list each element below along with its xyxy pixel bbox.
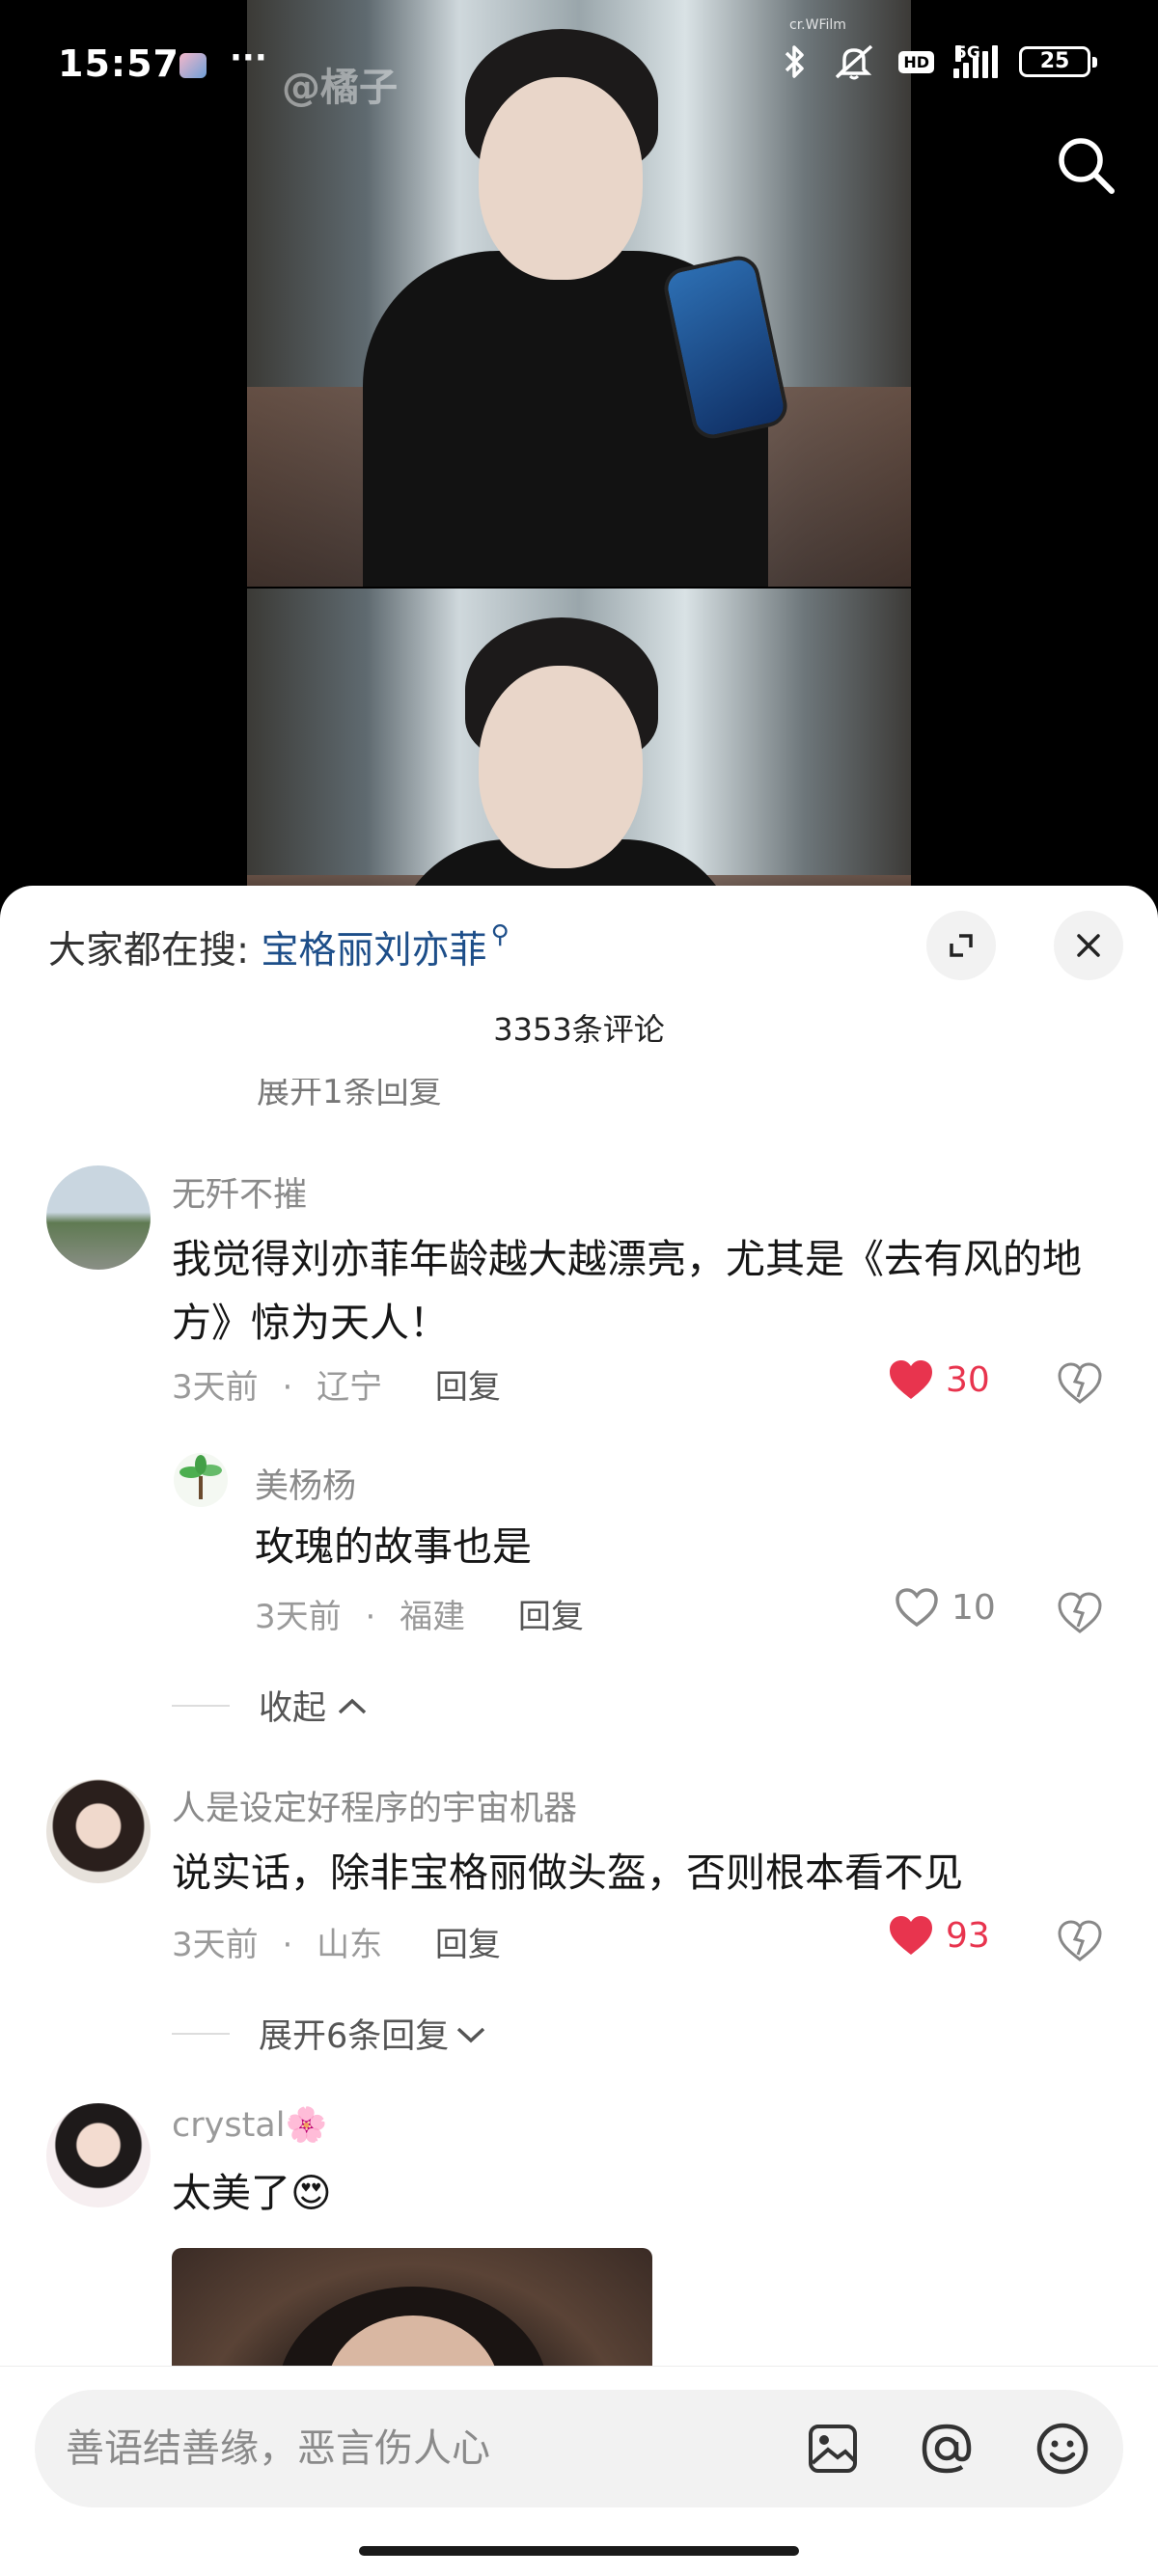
mute-icon bbox=[836, 44, 873, 80]
like-button[interactable]: 10 bbox=[894, 1586, 996, 1629]
reply-meta: 3天前 · 福建 回复 bbox=[255, 1590, 584, 1637]
close-icon bbox=[1077, 934, 1100, 957]
hot-search-magnifier-icon: ⚲ bbox=[490, 920, 510, 949]
meta-separator: · bbox=[365, 1598, 376, 1636]
comment-text: 我觉得刘亦菲年龄越大越漂亮，尤其是《去有风的地方》惊为天人！ bbox=[172, 1236, 1082, 1346]
collapse-label: 收起 bbox=[259, 1689, 327, 1728]
hot-search-link[interactable]: 大家都在搜: 宝格丽刘亦菲 ⚲ bbox=[48, 920, 510, 974]
expand-icon bbox=[950, 934, 973, 957]
avatar[interactable] bbox=[46, 1165, 151, 1270]
expand-replies-button[interactable]: 展开6条回复 bbox=[172, 2009, 489, 2058]
heart-icon bbox=[890, 1916, 932, 1955]
comment-count: 3353条评论 bbox=[493, 1011, 665, 1048]
hot-search-label: 大家都在搜: bbox=[48, 929, 250, 973]
reply-username[interactable]: 美杨杨 bbox=[255, 1459, 356, 1508]
image-icon[interactable] bbox=[803, 2419, 863, 2479]
toggle-divider bbox=[172, 2032, 230, 2035]
bluetooth-icon bbox=[786, 45, 805, 78]
meta-separator: · bbox=[282, 1368, 293, 1407]
dislike-icon[interactable] bbox=[1056, 1590, 1104, 1634]
network-label: 5G bbox=[955, 43, 980, 63]
avatar[interactable] bbox=[174, 1453, 228, 1507]
status-time: 15:57 bbox=[58, 42, 179, 85]
like-button[interactable]: 30 bbox=[888, 1358, 990, 1401]
reply-button[interactable]: 回复 bbox=[435, 1926, 501, 1964]
dislike-icon[interactable] bbox=[1056, 1360, 1104, 1405]
like-count: 93 bbox=[946, 1915, 990, 1956]
reply-time: 3天前 bbox=[255, 1598, 342, 1636]
comment-time: 3天前 bbox=[172, 1368, 259, 1407]
comment-text: 说实话，除非宝格丽做头盔，否则根本看不见 bbox=[172, 1850, 963, 1896]
expand-label: 展开6条回复 bbox=[259, 2017, 450, 2056]
reply-button[interactable]: 回复 bbox=[435, 1368, 501, 1407]
comment-meta: 3天前 · 山东 回复 bbox=[172, 1918, 501, 1965]
comment-input-container[interactable] bbox=[35, 2390, 1123, 2507]
hd-badge: HD bbox=[898, 50, 934, 73]
signal-icon: 5G bbox=[953, 43, 998, 78]
avatar-plant-icon bbox=[179, 1455, 222, 1499]
comment-username[interactable]: 无歼不摧 bbox=[172, 1167, 307, 1217]
comment-sheet-header: 大家都在搜: 宝格丽刘亦菲 ⚲ 3353条评论 bbox=[0, 886, 1158, 1059]
close-button[interactable] bbox=[1054, 911, 1123, 980]
comment-input[interactable] bbox=[66, 2390, 741, 2507]
chevron-down-icon bbox=[457, 2027, 485, 2042]
reply-button[interactable]: 回复 bbox=[518, 1598, 584, 1636]
dislike-icon[interactable] bbox=[1056, 1918, 1104, 1962]
avatar[interactable] bbox=[46, 2103, 151, 2207]
comment-sheet: 大家都在搜: 宝格丽刘亦菲 ⚲ 3353条评论 展开1条回复 无歼不摧 我觉得刘亦… bbox=[0, 886, 1158, 2576]
like-button[interactable]: 93 bbox=[888, 1914, 990, 1957]
battery-icon: 25 bbox=[1019, 46, 1097, 77]
heart-icon bbox=[890, 1360, 932, 1399]
search-icon[interactable] bbox=[1052, 131, 1121, 201]
comment-location: 辽宁 bbox=[317, 1368, 383, 1407]
collapse-replies-button[interactable]: 收起 bbox=[172, 1681, 371, 1730]
video-frame-bottom bbox=[247, 589, 911, 907]
app-notification-icon bbox=[179, 53, 207, 78]
like-count: 10 bbox=[951, 1587, 996, 1628]
comment-input-bar bbox=[0, 2366, 1158, 2576]
reply-text: 玫瑰的故事也是 bbox=[255, 1523, 532, 1570]
comment-text: 太美了😍 bbox=[172, 2170, 332, 2216]
comment-username[interactable]: 人是设定好程序的宇宙机器 bbox=[172, 1781, 577, 1830]
meta-separator: · bbox=[282, 1926, 293, 1964]
status-bar: 15:57 ··· HD 5G 25 bbox=[0, 0, 1158, 125]
expand-button[interactable] bbox=[926, 911, 996, 980]
comment-username[interactable]: crystal🌸 bbox=[172, 2105, 327, 2145]
chevron-up-icon bbox=[338, 1698, 367, 1713]
home-indicator[interactable] bbox=[359, 2546, 799, 2556]
hot-search-keyword[interactable]: 宝格丽刘亦菲 bbox=[262, 929, 487, 973]
reply-location: 福建 bbox=[400, 1598, 466, 1636]
more-notifications-icon: ··· bbox=[230, 39, 267, 77]
at-icon[interactable] bbox=[917, 2419, 977, 2479]
emoji-icon[interactable] bbox=[1033, 2419, 1092, 2479]
like-count: 30 bbox=[946, 1359, 990, 1400]
toggle-divider bbox=[172, 1704, 230, 1707]
video-player[interactable]: @橘子 cr.WFilm 15:57 ··· HD 5G 25 bbox=[0, 0, 1158, 907]
expand-replies-partial[interactable]: 展开1条回复 bbox=[257, 1079, 442, 1112]
comment-meta: 3天前 · 辽宁 回复 bbox=[172, 1360, 501, 1408]
avatar[interactable] bbox=[46, 1779, 151, 1883]
heart-outline-icon bbox=[896, 1588, 938, 1628]
comment-time: 3天前 bbox=[172, 1926, 259, 1964]
comment-location: 山东 bbox=[317, 1926, 383, 1964]
